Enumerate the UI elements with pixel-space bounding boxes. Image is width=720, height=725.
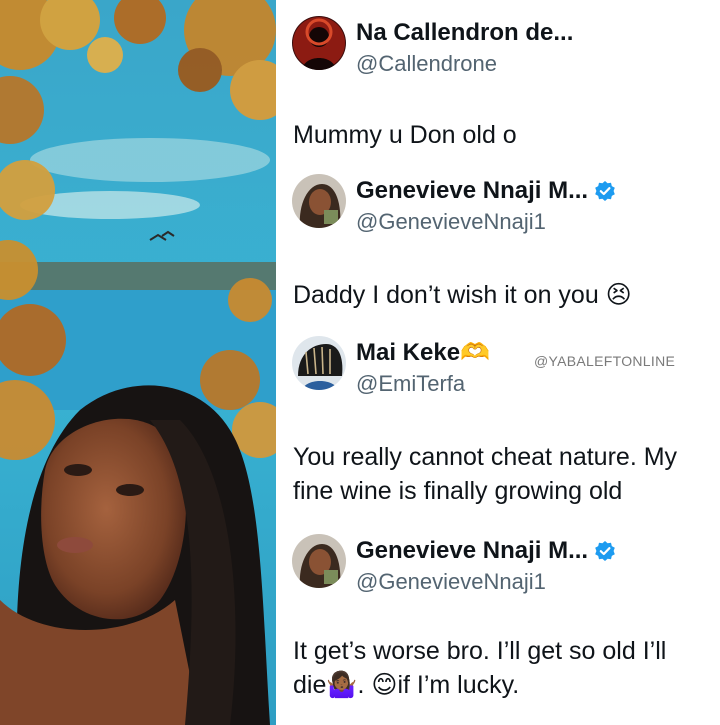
woman-photo-avatar-icon[interactable] [292, 534, 346, 588]
tweet-header-4: Genevieve Nnaji M... @GenevieveNnaji1 [292, 534, 616, 596]
tweet-header-1: Na Callendron de... @Callendrone [292, 16, 573, 78]
tweet-thread: Na Callendron de... @Callendrone Mummy u… [276, 0, 720, 725]
person-silhouette-red-avatar-icon[interactable] [292, 16, 346, 70]
watermark: @YABALEFTONLINE [534, 353, 676, 369]
tweet-text: You really cannot cheat nature. My fine … [293, 443, 678, 505]
user-handle[interactable]: @EmiTerfa [356, 370, 490, 398]
woman-photo-avatar-icon[interactable] [292, 174, 346, 228]
display-name[interactable]: Na Callendron de... [356, 18, 573, 48]
display-name[interactable]: Genevieve Nnaji M... [356, 536, 616, 566]
user-handle[interactable]: @GenevieveNnaji1 [356, 568, 616, 596]
display-name[interactable]: Genevieve Nnaji M... [356, 176, 616, 206]
tweet-header-2: Genevieve Nnaji M... @GenevieveNnaji1 [292, 174, 616, 236]
tweet-header-3: Mai Keke🫶 @EmiTerfa [292, 336, 490, 398]
painting-portrait-image [0, 0, 276, 725]
tweet-text: It get’s worse bro. I’ll get so old I’ll… [293, 637, 667, 699]
display-name-text[interactable]: Genevieve Nnaji M... [356, 176, 588, 206]
display-name[interactable]: Mai Keke🫶 [356, 338, 490, 368]
user-handle[interactable]: @Callendrone [356, 50, 573, 78]
tweet-text: Mummy u Don old o [293, 121, 517, 149]
braided-hair-avatar-icon[interactable] [292, 336, 346, 390]
user-handle[interactable]: @GenevieveNnaji1 [356, 208, 616, 236]
verified-badge-icon [594, 180, 616, 202]
display-name-text[interactable]: Genevieve Nnaji M... [356, 536, 588, 566]
tweet-text: Daddy I don’t wish it on you 😣 [293, 281, 632, 309]
verified-badge-icon [594, 540, 616, 562]
